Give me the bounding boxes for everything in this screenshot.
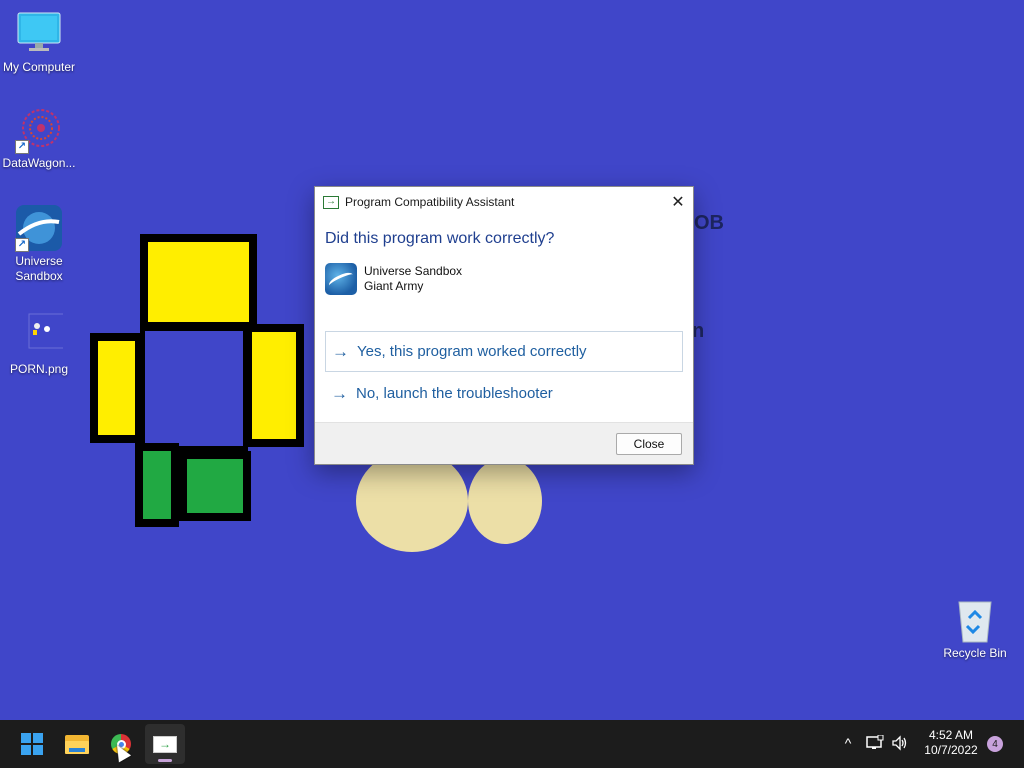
desktop-icon-my-computer[interactable]: My Computer <box>0 10 78 75</box>
notification-badge[interactable]: 4 <box>987 736 1003 752</box>
desktop-icon-universe-sandbox[interactable]: ↗ Universe Sandbox <box>0 204 78 284</box>
volume-icon[interactable] <box>889 732 911 754</box>
desktop-icon-porn-png[interactable]: PORN.png <box>0 312 78 377</box>
close-button[interactable]: Close <box>616 433 682 455</box>
taskbar-program-compatibility-assistant[interactable]: → <box>145 724 185 764</box>
desktop-icon-label: Recycle Bin <box>943 646 1007 660</box>
clock-date: 10/7/2022 <box>924 743 978 757</box>
option-worked-correctly[interactable]: → Yes, this program worked correctly <box>325 331 683 372</box>
dialog-heading: Did this program work correctly? <box>325 230 555 247</box>
wallpaper-yellow-block-right <box>244 324 304 447</box>
shortcut-arrow-icon: ↗ <box>15 140 29 154</box>
wallpaper-green-block-left <box>135 443 179 527</box>
wallpaper-frame <box>140 326 248 451</box>
folder-icon <box>65 734 89 754</box>
program-name: Universe Sandbox <box>364 264 463 278</box>
chevron-up-icon[interactable]: ^ <box>837 732 859 754</box>
monitor-icon <box>15 10 63 58</box>
taskbar: → ^ 4:52 AM 10/7/2022 4 <box>0 720 1024 768</box>
desktop-icon-label: Universe Sandbox <box>15 254 63 283</box>
dialog-footer: Close <box>315 422 693 464</box>
program-publisher: Giant Army <box>364 279 424 293</box>
taskbar-file-explorer[interactable] <box>57 724 97 764</box>
option-label: Yes, this program worked correctly <box>357 343 587 360</box>
arrow-right-icon: → <box>331 383 348 403</box>
universe-sandbox-icon: ↗ <box>15 204 63 252</box>
taskbar-clock[interactable]: 4:52 AM 10/7/2022 <box>918 728 984 758</box>
windows-logo-icon <box>21 733 43 755</box>
option-launch-troubleshooter[interactable]: → No, launch the troubleshooter <box>325 373 683 414</box>
active-app-indicator <box>158 759 172 762</box>
network-icon[interactable] <box>864 732 886 754</box>
pca-app-icon: → <box>323 195 339 209</box>
dialog-title: Program Compatibility Assistant <box>345 195 515 209</box>
pca-icon: → <box>153 735 177 753</box>
wallpaper-green-block-right <box>179 451 251 521</box>
arrow-right-icon: → <box>332 341 349 361</box>
datawagon-icon: ↗ <box>15 106 63 154</box>
program-info: Universe Sandbox Giant Army <box>325 263 462 295</box>
desktop-icon-recycle-bin[interactable]: Recycle Bin <box>936 596 1014 661</box>
shortcut-arrow-icon: ↗ <box>15 238 29 252</box>
option-label: No, launch the troubleshooter <box>356 385 553 402</box>
start-button[interactable] <box>12 724 52 764</box>
program-compatibility-dialog: → Program Compatibility Assistant ✕ Did … <box>314 186 694 465</box>
universe-sandbox-program-icon <box>325 263 357 295</box>
recycle-bin-icon <box>951 596 999 644</box>
desktop-icon-label: DataWagon... <box>2 156 76 170</box>
dialog-titlebar[interactable]: → Program Compatibility Assistant <box>315 187 693 217</box>
desktop-icon-label: My Computer <box>2 60 76 74</box>
wallpaper-circle-small <box>468 458 542 544</box>
wallpaper-circle-large <box>356 450 468 552</box>
desktop-icon-datawagon[interactable]: ↗ DataWagon... <box>0 106 78 171</box>
wallpaper-yellow-block-left <box>90 333 143 443</box>
close-icon[interactable]: ✕ <box>663 187 693 217</box>
clock-time: 4:52 AM <box>928 728 974 742</box>
wallpaper-yellow-block-top <box>140 234 257 330</box>
desktop-icon-label: PORN.png <box>9 362 69 376</box>
image-file-icon <box>15 312 76 360</box>
wallpaper-text-1: OB <box>694 212 724 234</box>
